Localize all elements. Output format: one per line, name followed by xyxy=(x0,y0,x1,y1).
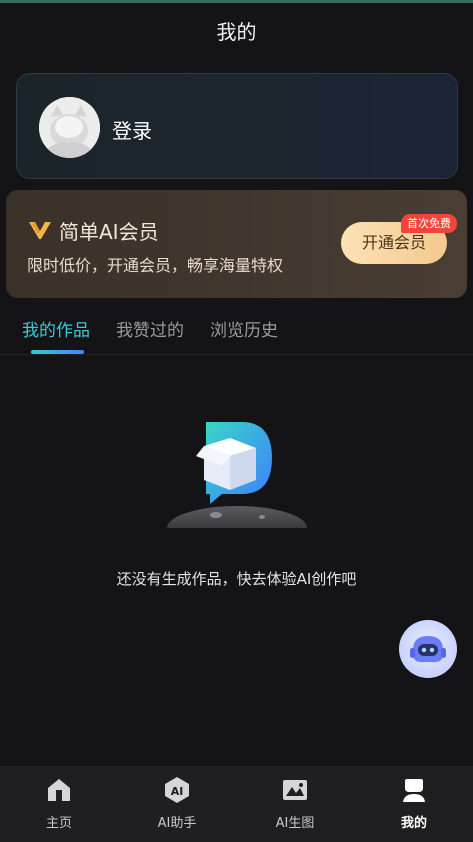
nav-home[interactable]: 主页 xyxy=(0,766,118,842)
page-title: 我的 xyxy=(216,20,257,44)
vip-card[interactable]: 简单AI会员 限时低价，开通会员，畅享海量特权 开通会员 首次免费 xyxy=(6,190,467,298)
works-tabs: 我的作品 我赞过的 浏览历史 xyxy=(0,316,473,356)
nav-home-label: 主页 xyxy=(45,816,72,831)
status-line xyxy=(0,0,473,3)
nav-ai-image-label: AI生图 xyxy=(275,816,315,831)
tabs-divider xyxy=(0,354,473,355)
nav-mine[interactable]: 我的 xyxy=(355,766,473,842)
home-icon xyxy=(48,779,70,801)
image-gen-icon xyxy=(283,780,307,800)
nav-mine-label: 我的 xyxy=(400,816,427,831)
login-label[interactable]: 登录 xyxy=(112,115,152,144)
profile-icon xyxy=(403,779,425,802)
ai-assistant-icon: AI xyxy=(165,777,189,803)
tab-liked[interactable]: 我赞过的 xyxy=(116,316,184,341)
tab-my-works[interactable]: 我的作品 xyxy=(22,316,90,341)
first-free-badge: 首次免费 xyxy=(401,214,457,233)
nav-ai-assistant[interactable]: AI AI助手 xyxy=(118,766,236,842)
empty-state-message: 还没有生成作品，快去体验AI创作吧 xyxy=(116,570,357,588)
vip-logo-icon xyxy=(29,222,51,239)
login-card[interactable]: 登录 xyxy=(16,73,458,179)
avatar[interactable] xyxy=(39,97,100,158)
nav-ai-image[interactable]: AI生图 xyxy=(236,766,354,842)
tab-browse-history[interactable]: 浏览历史 xyxy=(210,316,278,341)
nav-ai-assistant-label: AI助手 xyxy=(157,816,197,831)
vip-subtitle: 限时低价，开通会员，畅享海量特权 xyxy=(27,256,284,275)
vip-title: 简单AI会员 xyxy=(59,220,159,244)
empty-box-illustration xyxy=(166,422,308,540)
bottom-navigation: 主页 AI AI助手 AI生图 我的 xyxy=(0,766,473,842)
ai-icon-text: AI xyxy=(171,785,184,798)
default-avatar-icon xyxy=(39,97,100,158)
robot-face-icon xyxy=(410,636,446,662)
ai-assistant-float-button[interactable] xyxy=(399,620,457,678)
